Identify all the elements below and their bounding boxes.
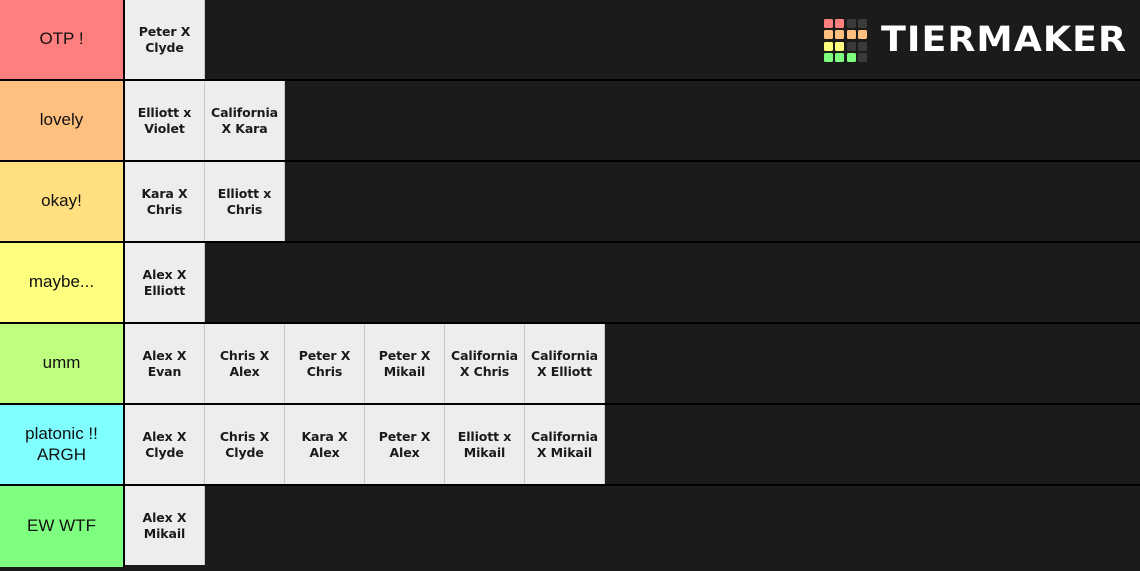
tier-empty-area[interactable] [205,486,1140,567]
tier-row: OTP ! Peter X Clyde [0,0,1140,81]
tier-item-container: Peter X Clyde [125,0,1140,79]
tier-item[interactable]: California X Elliott [525,324,605,403]
tier-empty-area[interactable] [205,0,1140,79]
tier-item-container: Alex X Evan Chris X Alex Peter X Chris Pete… [125,324,1140,403]
tier-item-container: Alex X Clyde Chris X Clyde Kara X Alex Pete… [125,405,1140,484]
tier-empty-area[interactable] [285,162,1140,241]
tier-item[interactable]: Alex X Mikail [125,486,205,565]
tier-empty-area[interactable] [205,243,1140,322]
tier-item[interactable]: Alex X Clyde [125,405,205,484]
tier-label[interactable]: platonic !! ARGH [0,405,125,484]
tier-item[interactable]: Peter X Chris [285,324,365,403]
tier-label[interactable]: maybe... [0,243,125,322]
tier-item[interactable]: Kara X Alex [285,405,365,484]
tier-item[interactable]: Chris X Alex [205,324,285,403]
tier-item-container: Elliott x Violet California X Kara [125,81,1140,160]
tier-item[interactable]: Peter X Clyde [125,0,205,79]
tier-item[interactable]: California X Kara [205,81,285,160]
tier-item[interactable]: Kara X Chris [125,162,205,241]
tier-item[interactable]: Elliott x Violet [125,81,205,160]
tier-empty-area[interactable] [605,405,1140,484]
tier-list-app: OTP ! Peter X Clyde lovely Elliott x Violet… [0,0,1140,571]
tier-item[interactable]: California X Chris [445,324,525,403]
tier-row: umm Alex X Evan Chris X Alex Peter X Chris P… [0,324,1140,405]
tier-row-list: OTP ! Peter X Clyde lovely Elliott x Violet… [0,0,1140,567]
tier-row: maybe... Alex X Elliott [0,243,1140,324]
tier-label[interactable]: okay! [0,162,125,241]
tier-row: okay! Kara X Chris Elliott x Chris [0,162,1140,243]
tier-item[interactable]: Elliott x Mikail [445,405,525,484]
tier-item[interactable]: Chris X Clyde [205,405,285,484]
tier-label[interactable]: umm [0,324,125,403]
tier-item-container: Alex X Mikail [125,486,1140,567]
tier-item[interactable]: Peter X Mikail [365,324,445,403]
tier-item[interactable]: Elliott x Chris [205,162,285,241]
tier-item[interactable]: Alex X Evan [125,324,205,403]
tier-row: lovely Elliott x Violet California X Kara [0,81,1140,162]
tier-item-container: Alex X Elliott [125,243,1140,322]
tier-item[interactable]: Alex X Elliott [125,243,205,322]
tier-empty-area[interactable] [605,324,1140,403]
tier-label[interactable]: lovely [0,81,125,160]
tier-row: EW WTF Alex X Mikail [0,486,1140,567]
tier-item[interactable]: Peter X Alex [365,405,445,484]
tier-empty-area[interactable] [285,81,1140,160]
tier-label[interactable]: EW WTF [0,486,125,567]
tier-item[interactable]: California X Mikail [525,405,605,484]
tier-label[interactable]: OTP ! [0,0,125,79]
tier-item-container: Kara X Chris Elliott x Chris [125,162,1140,241]
tier-row: platonic !! ARGH Alex X Clyde Chris X Clyd… [0,405,1140,486]
